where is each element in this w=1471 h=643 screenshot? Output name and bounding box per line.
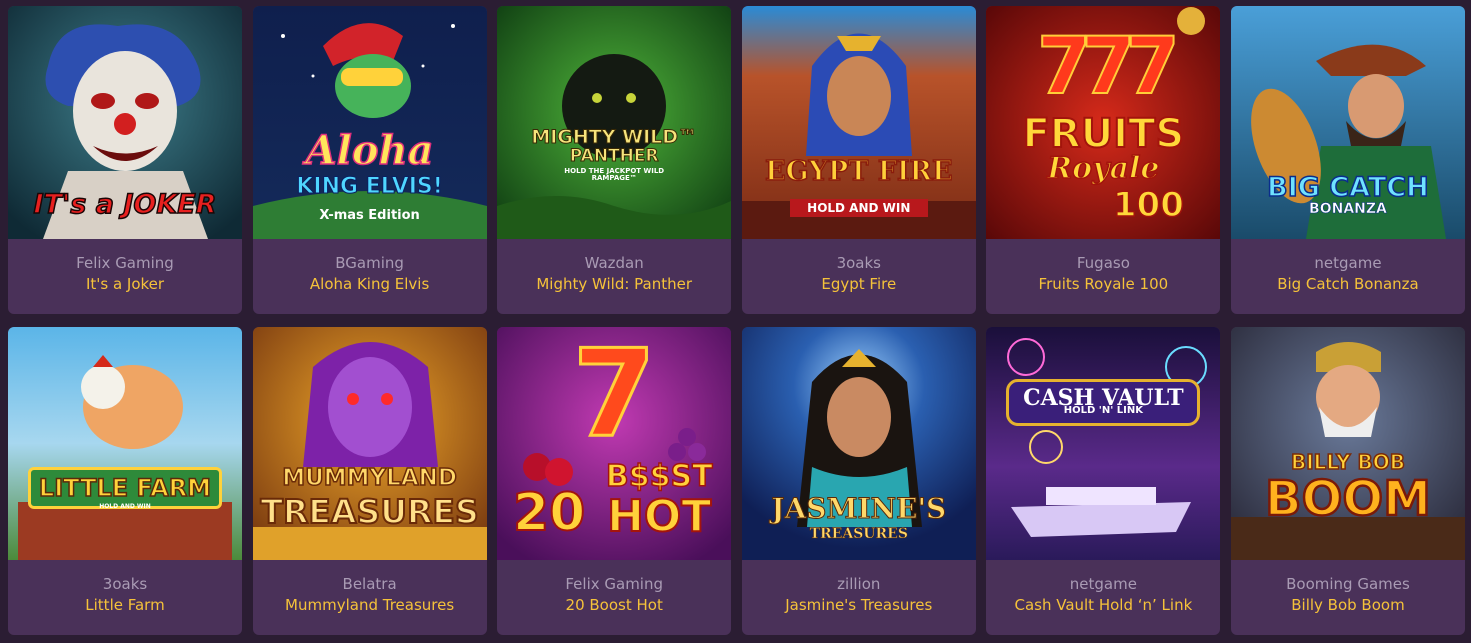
game-info: Fugaso Fruits Royale 100: [986, 239, 1220, 314]
game-title[interactable]: Big Catch Bonanza: [1277, 273, 1419, 295]
game-thumbnail[interactable]: IT's a JOKER: [8, 6, 242, 239]
game-info: Felix Gaming 20 Boost Hot: [497, 560, 731, 635]
fruits-artwork: [986, 6, 1221, 239]
game-provider: zillion: [837, 574, 881, 593]
game-info: BGaming Aloha King Elvis: [253, 239, 487, 314]
game-card[interactable]: BIG CATCH BONANZA netgame Big Catch Bona…: [1230, 6, 1465, 314]
game-provider: Felix Gaming: [565, 574, 663, 593]
game-card[interactable]: IT's a JOKER Felix Gaming It's a Joker: [8, 6, 242, 314]
game-thumbnail[interactable]: MIGHTY WILD™ PANTHER HOLD THE JACKPOT WI…: [497, 6, 732, 239]
game-title[interactable]: Cash Vault Hold ‘n’ Link: [1014, 594, 1192, 616]
game-thumbnail[interactable]: 7 B$$ST 20 HOT: [497, 327, 732, 560]
game-provider: BGaming: [335, 253, 404, 272]
catch-artwork: [1230, 6, 1465, 239]
game-provider: 3oaks: [102, 574, 148, 593]
game-info: Belatra Mummyland Treasures: [253, 560, 487, 635]
game-title[interactable]: It's a Joker: [86, 273, 164, 295]
game-title[interactable]: Mummyland Treasures: [285, 594, 454, 616]
game-title[interactable]: Jasmine's Treasures: [785, 594, 932, 616]
billy-artwork: [1230, 327, 1465, 560]
game-info: 3oaks Egypt Fire: [742, 239, 976, 314]
game-thumbnail[interactable]: Aloha KING ELVIS! X-mas Edition: [252, 6, 487, 239]
game-thumbnail[interactable]: EGYPT FIRE HOLD AND WIN: [741, 6, 976, 239]
game-provider: Belatra: [342, 574, 397, 593]
boost-artwork: [497, 327, 732, 560]
game-provider: Wazdan: [584, 253, 644, 272]
game-card[interactable]: Aloha KING ELVIS! X-mas Edition BGaming …: [252, 6, 487, 314]
game-grid: IT's a JOKER Felix Gaming It's a Joker A…: [8, 6, 1465, 635]
vault-artwork: [986, 327, 1221, 560]
game-thumbnail[interactable]: 777 FRUITS Royale 100: [986, 6, 1221, 239]
game-provider: 3oaks: [836, 253, 881, 272]
game-title[interactable]: Little Farm: [85, 594, 164, 616]
game-info: Wazdan Mighty Wild: Panther: [497, 239, 731, 314]
game-title[interactable]: Aloha King Elvis: [310, 273, 429, 295]
game-card[interactable]: 7 B$$ST 20 HOT Felix Gaming 20 Boost Hot: [497, 327, 732, 635]
elvis-artwork: [252, 6, 487, 239]
farm-artwork: [8, 327, 242, 560]
game-card[interactable]: CASH VAULT HOLD 'N' LINK netgame Cash Va…: [986, 327, 1221, 635]
game-thumbnail[interactable]: CASH VAULT HOLD 'N' LINK: [986, 327, 1221, 560]
game-provider: Felix Gaming: [76, 253, 174, 272]
game-info: netgame Cash Vault Hold ‘n’ Link: [986, 560, 1220, 635]
game-card[interactable]: MUMMYLAND TREASURES Belatra Mummyland Tr…: [252, 327, 487, 635]
game-info: zillion Jasmine's Treasures: [742, 560, 976, 635]
game-info: netgame Big Catch Bonanza: [1231, 239, 1465, 314]
game-title[interactable]: Fruits Royale 100: [1039, 273, 1169, 295]
game-title[interactable]: Egypt Fire: [821, 273, 896, 295]
game-info: Booming Games Billy Bob Boom: [1231, 560, 1465, 635]
mummy-artwork: [252, 327, 487, 560]
game-info: Felix Gaming It's a Joker: [8, 239, 242, 314]
game-thumbnail[interactable]: JASMINE'S TREASURES: [741, 327, 976, 560]
game-card[interactable]: MIGHTY WILD™ PANTHER HOLD THE JACKPOT WI…: [497, 6, 732, 314]
game-thumbnail[interactable]: BIG CATCH BONANZA: [1230, 6, 1465, 239]
game-provider: netgame: [1069, 574, 1137, 593]
game-card[interactable]: LITTLE FARM HOLD AND WIN 3oaks Little Fa…: [8, 327, 242, 635]
game-info: 3oaks Little Farm: [8, 560, 242, 635]
game-card[interactable]: EGYPT FIRE HOLD AND WIN 3oaks Egypt Fire: [741, 6, 976, 314]
panther-artwork: [497, 6, 732, 239]
game-card[interactable]: JASMINE'S TREASURES zillion Jasmine's Tr…: [741, 327, 976, 635]
game-thumbnail[interactable]: BILLY BOB BOOM: [1230, 327, 1465, 560]
game-card[interactable]: BILLY BOB BOOM Booming Games Billy Bob B…: [1230, 327, 1465, 635]
game-thumbnail[interactable]: LITTLE FARM HOLD AND WIN: [8, 327, 242, 560]
jasmine-artwork: [741, 327, 976, 560]
game-provider: Booming Games: [1286, 574, 1410, 593]
joker-artwork: [8, 6, 242, 239]
game-thumbnail[interactable]: MUMMYLAND TREASURES: [252, 327, 487, 560]
game-title[interactable]: 20 Boost Hot: [566, 594, 663, 616]
game-card[interactable]: 777 FRUITS Royale 100 Fugaso Fruits Roya…: [986, 6, 1221, 314]
game-title[interactable]: Mighty Wild: Panther: [536, 273, 692, 295]
game-title[interactable]: Billy Bob Boom: [1291, 594, 1404, 616]
egypt-artwork: [741, 6, 976, 239]
game-provider: Fugaso: [1076, 253, 1130, 272]
game-provider: netgame: [1314, 253, 1382, 272]
